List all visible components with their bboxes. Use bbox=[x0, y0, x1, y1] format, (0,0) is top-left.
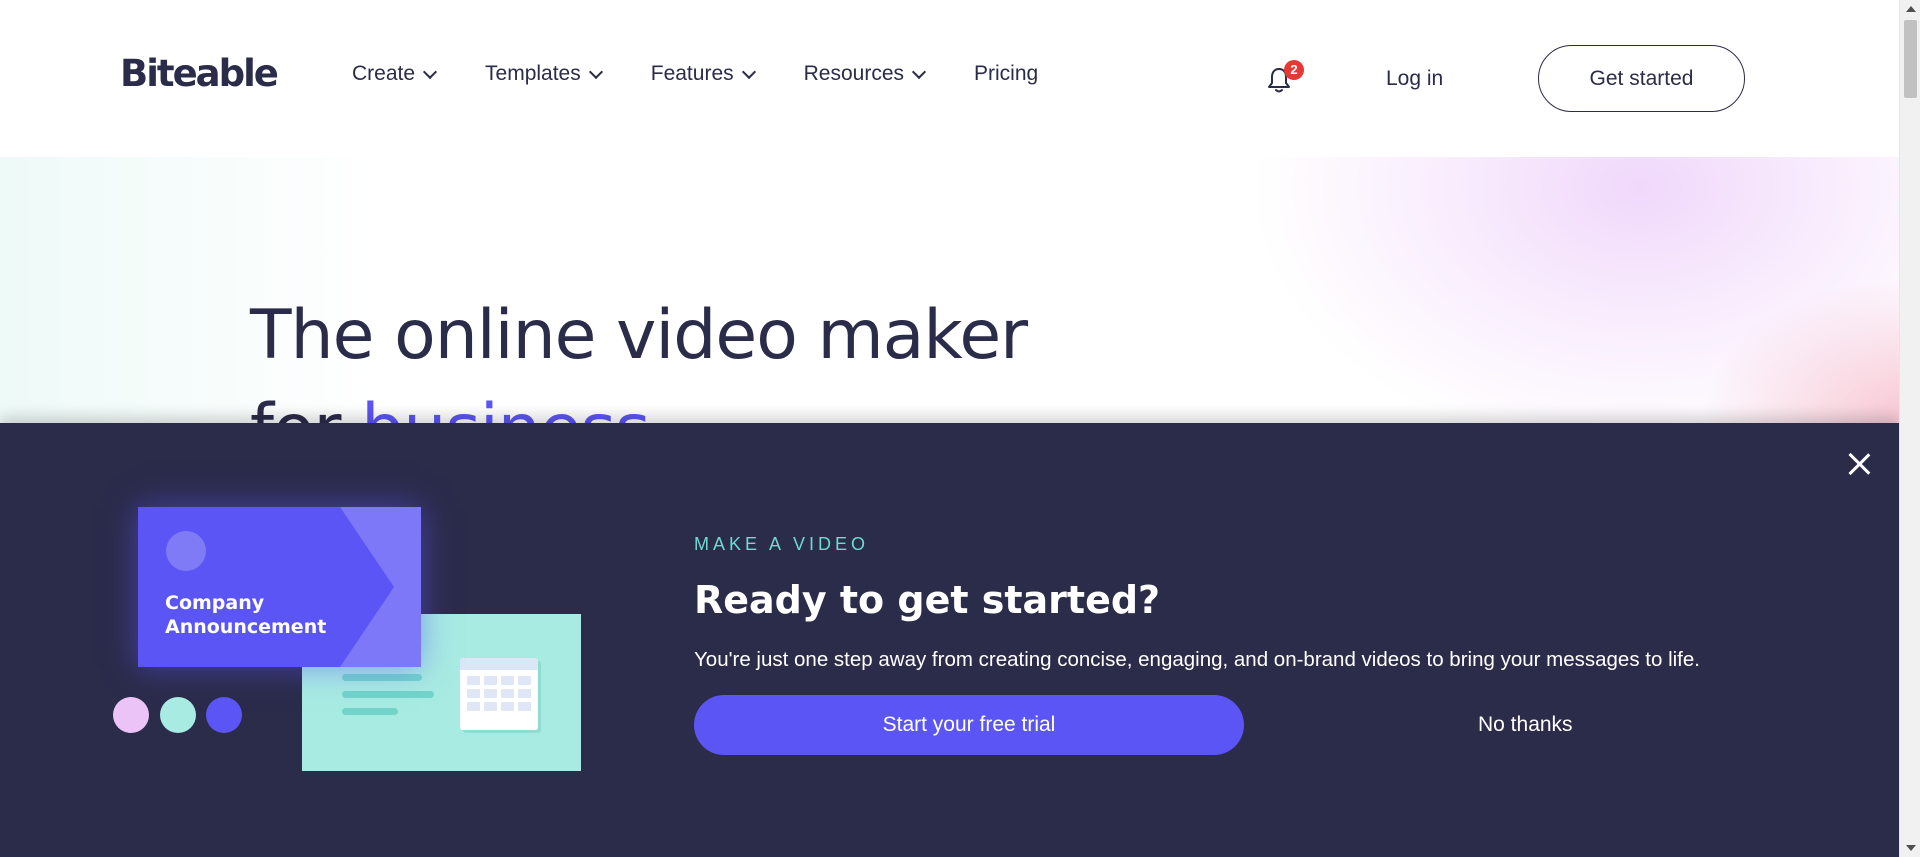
site-header: Biteable Create Templates Features Resou… bbox=[0, 0, 1899, 157]
modal-eyebrow: MAKE A VIDEO bbox=[694, 534, 870, 554]
calendar-header bbox=[460, 658, 538, 670]
modal-title: Ready to get started? bbox=[694, 578, 1161, 622]
text-line bbox=[342, 674, 422, 681]
hero-title-line1: The online video maker bbox=[250, 296, 1028, 375]
nav-item-label: Features bbox=[650, 62, 734, 85]
chevron-down-icon bbox=[588, 64, 603, 79]
text-line bbox=[342, 708, 398, 715]
nav-item-label: Pricing bbox=[974, 62, 1039, 85]
card-title: Company Announcement bbox=[165, 592, 327, 638]
start-free-trial-button[interactable]: Start your free trial bbox=[694, 695, 1244, 755]
notification-badge: 2 bbox=[1284, 60, 1304, 80]
signup-modal: Company Announcement MAKE A VIDEO Ready … bbox=[0, 423, 1899, 857]
scroll-up-arrow-icon[interactable] bbox=[1906, 6, 1916, 12]
nav-item-templates[interactable]: Templates bbox=[485, 62, 603, 86]
hero-section: The online video maker for business bbox=[0, 157, 1899, 457]
no-thanks-button[interactable]: No thanks bbox=[1478, 713, 1573, 737]
scroll-thumb[interactable] bbox=[1904, 20, 1917, 98]
announcement-card: Company Announcement bbox=[138, 507, 421, 667]
chevron-down-icon bbox=[741, 64, 756, 79]
modal-description: You're just one step away from creating … bbox=[694, 648, 1700, 671]
chevron-down-icon bbox=[911, 64, 927, 79]
close-icon[interactable] bbox=[1847, 452, 1871, 476]
nav-item-create[interactable]: Create bbox=[352, 62, 438, 86]
dot-pink bbox=[113, 697, 149, 733]
scrollbar[interactable] bbox=[1899, 0, 1920, 857]
scroll-down-arrow-icon[interactable] bbox=[1906, 845, 1916, 851]
dot-teal bbox=[160, 697, 196, 733]
login-link[interactable]: Log in bbox=[1386, 67, 1443, 91]
main-nav: Create Templates Features Resources Pric… bbox=[352, 62, 1088, 86]
card-chevron-shape bbox=[340, 507, 421, 667]
chevron-down-icon bbox=[422, 64, 438, 79]
modal-illustration: Company Announcement bbox=[110, 507, 590, 787]
nav-item-label: Create bbox=[352, 62, 416, 85]
nav-item-label: Templates bbox=[485, 62, 581, 85]
card-circle bbox=[166, 531, 206, 571]
dot-purple bbox=[206, 697, 242, 733]
logo[interactable]: Biteable bbox=[120, 52, 279, 95]
calendar-icon bbox=[460, 658, 538, 730]
nav-item-resources[interactable]: Resources bbox=[803, 62, 927, 86]
get-started-button[interactable]: Get started bbox=[1538, 45, 1745, 112]
nav-item-label: Resources bbox=[803, 62, 905, 85]
calendar-grid bbox=[467, 676, 531, 711]
nav-item-features[interactable]: Features bbox=[650, 62, 756, 86]
text-line bbox=[342, 691, 434, 698]
nav-item-pricing[interactable]: Pricing bbox=[974, 62, 1038, 86]
